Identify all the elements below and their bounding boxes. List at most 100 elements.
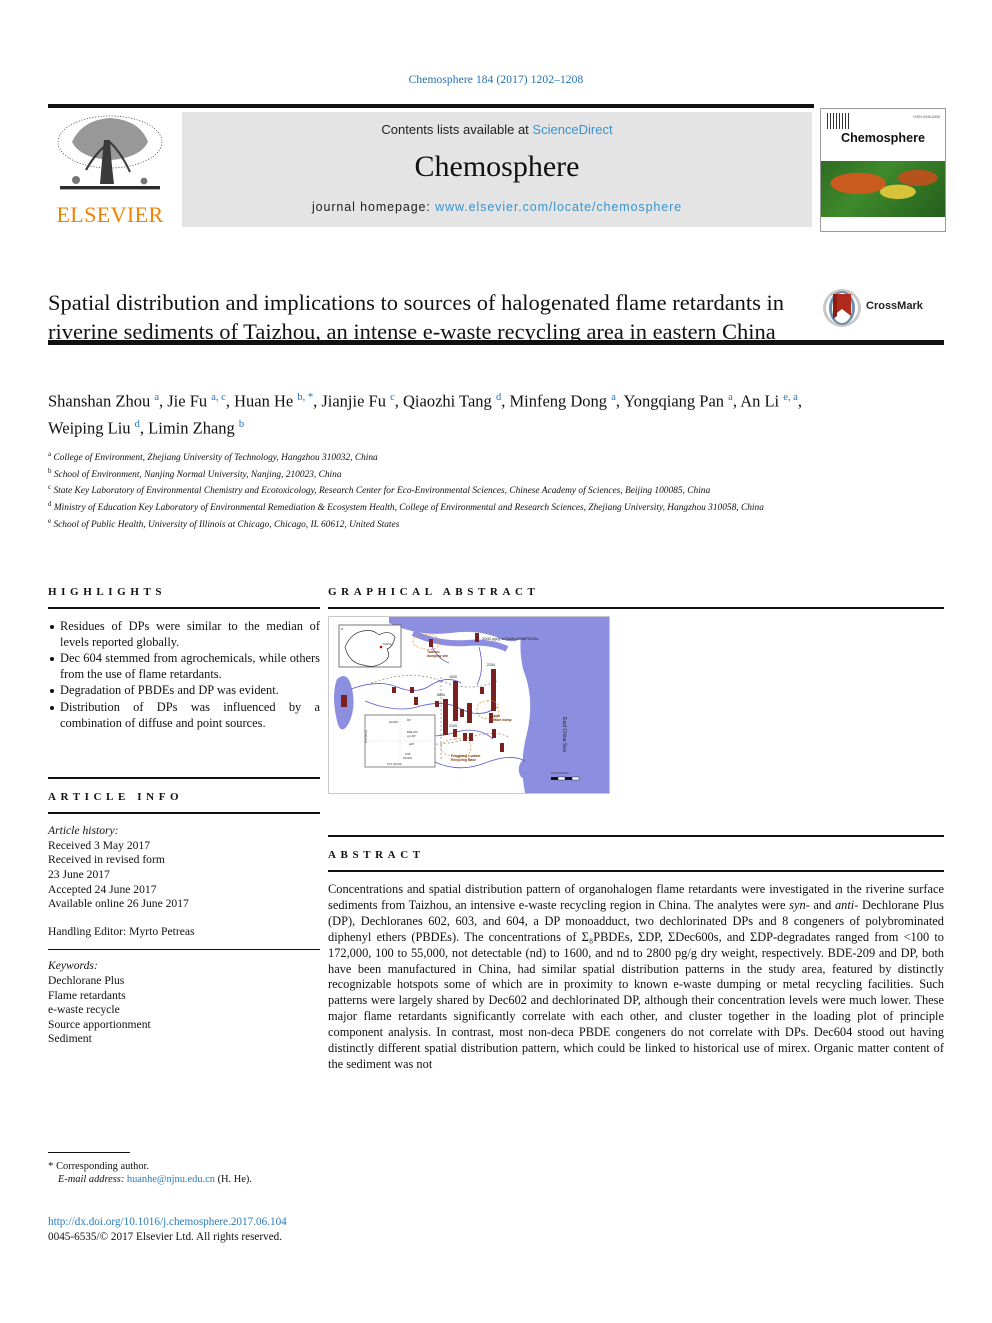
- email-label: E-mail address:: [58, 1174, 125, 1186]
- corresponding-star: *: [48, 1160, 54, 1172]
- sciencedirect-link[interactable]: ScienceDirect: [532, 122, 612, 137]
- cover-journal-title: Chemosphere: [841, 131, 925, 145]
- keyword-item: Source apportionment: [48, 1017, 151, 1031]
- svg-text:PC2 (21%): PC2 (21%): [364, 730, 368, 743]
- graphical-abstract-rule: [328, 607, 944, 609]
- barcode-icon: [827, 113, 849, 129]
- email-suffix: (H. He).: [217, 1174, 252, 1186]
- affiliation-list: a College of Environment, Zhejiang Unive…: [48, 448, 838, 532]
- graphical-abstract-figure: Taizhou N 2000 pg/g \u03a3\u2088PBDEs 22…: [328, 616, 610, 794]
- crossmark-badge[interactable]: CrossMark: [822, 288, 932, 330]
- homepage-prefix: journal homepage:: [311, 200, 436, 214]
- article-history-line: Accepted 24 June 2017: [48, 882, 157, 896]
- contents-prefix: Contents lists available at: [381, 122, 533, 137]
- journal-homepage-line: journal homepage: www.elsevier.com/locat…: [182, 200, 812, 214]
- article-info-rule: [48, 812, 320, 815]
- affiliation-text: State Key Laboratory of Environmental Ch…: [51, 486, 711, 497]
- abstract-run: and: [809, 897, 835, 912]
- taizhou-sediment-map: Taizhou N 2000 pg/g \u03a3\u2088PBDEs 22…: [329, 617, 609, 793]
- abstract-text: Concentrations and spatial distribution …: [328, 882, 944, 1073]
- svg-text:2000 pg/g \u03a3\u2088PBDEs: 2000 pg/g \u03a3\u2088PBDEs: [482, 636, 538, 641]
- highlights-rule: [48, 607, 320, 609]
- journal-article-page: Chemosphere 184 (2017) 1202–1208 ELSEVIE…: [0, 0, 992, 1323]
- doi-link[interactable]: http://dx.doi.org/10.1016/j.chemosphere.…: [48, 1216, 287, 1228]
- keywords-rule: [48, 949, 320, 951]
- author-name: Jianjie Fu: [321, 391, 391, 411]
- corresponding-text: Corresponding author.: [56, 1161, 150, 1172]
- article-history-line: Available online 26 June 2017: [48, 897, 189, 911]
- svg-text:BDE-209: BDE-209: [407, 730, 418, 734]
- highlight-item: Dec 604 stemmed from agrochemicals, whil…: [48, 651, 320, 682]
- author-separator: ,: [394, 391, 403, 411]
- svg-text:Dec604: Dec604: [403, 756, 412, 760]
- affiliation-text: Ministry of Education Key Laboratory of …: [51, 503, 764, 514]
- author-separator: ,: [225, 391, 235, 411]
- highlights-heading: HIGHLIGHTS: [48, 586, 167, 598]
- masthead-banner: Contents lists available at ScienceDirec…: [182, 112, 812, 227]
- crossmark-icon: [823, 289, 861, 327]
- affiliation-entry: a College of Environment, Zhejiang Unive…: [48, 448, 838, 465]
- author-separator: ,: [797, 391, 802, 411]
- svg-text:syn-DP: syn-DP: [407, 734, 416, 738]
- svg-text:e-waste dump: e-waste dump: [489, 718, 512, 722]
- journal-homepage-link[interactable]: www.elsevier.com/locate/chemosphere: [435, 200, 682, 214]
- abstract-rule: [328, 870, 944, 872]
- keywords-label: Keywords:: [48, 959, 98, 973]
- footnote-rule: [48, 1152, 130, 1153]
- journal-title: Chemosphere: [414, 150, 580, 183]
- article-history-line: Received in revised form: [48, 853, 165, 867]
- abstract-emphasis: anti-: [834, 897, 859, 912]
- author-name: Minfeng Dong: [509, 391, 612, 411]
- highlight-item: Distribution of DPs was influenced by a …: [48, 700, 320, 731]
- affiliation-entry: b School of Environment, Nanjing Normal …: [48, 465, 838, 482]
- author-name: Huan He: [234, 391, 298, 411]
- svg-text:2254: 2254: [487, 663, 495, 667]
- affiliation-text: School of Environment, Nanjing Normal Un…: [51, 469, 342, 480]
- cover-artwork: [821, 161, 945, 217]
- elsevier-tree-icon: [57, 115, 163, 190]
- author-affiliation-mark: b, *: [297, 392, 314, 403]
- abstract-run: Dechlorane Plus (DP), Dechloranes 602, 6…: [328, 897, 945, 1071]
- svg-text:5834: 5834: [437, 693, 445, 697]
- article-history-label: Article history:: [48, 824, 119, 838]
- contents-available-line: Contents lists available at ScienceDirec…: [182, 122, 812, 137]
- article-info-top-rule: [48, 777, 320, 780]
- author-separator: ,: [159, 391, 168, 411]
- elsevier-wordmark: ELSEVIER: [56, 202, 164, 227]
- author-name: An Li: [740, 391, 784, 411]
- author-name: Weiping Liu: [48, 418, 135, 437]
- author-affiliation-mark: a, c: [211, 392, 226, 403]
- highlights-list: Residues of DPs were similar to the medi…: [48, 619, 320, 731]
- cover-issn-text: ISSN 0045-6535: [913, 115, 940, 119]
- elsevier-logo: ELSEVIER: [48, 112, 172, 230]
- svg-text:PC1 (48.2%): PC1 (48.2%): [387, 762, 402, 766]
- masthead-top-rule: [48, 104, 814, 108]
- svg-text:East China Sea: East China Sea: [561, 717, 567, 752]
- handling-editor: Handling Editor: Myrto Petreas: [48, 924, 195, 938]
- affiliation-text: School of Public Health, University of I…: [51, 520, 400, 530]
- svg-text:aDP: aDP: [409, 742, 414, 746]
- email-note: E-mail address: huanhe@njnu.edu.cn (H. H…: [48, 1173, 518, 1186]
- keyword-item: e-waste recycle: [48, 1003, 120, 1017]
- left-column: HIGHLIGHTS Residues of DPs were similar …: [48, 586, 320, 1047]
- svg-text:PCB: PCB: [405, 752, 411, 756]
- abstract-emphasis: syn-: [789, 897, 810, 912]
- article-history-line: Received 3 May 2017: [48, 838, 151, 852]
- svg-text:1530: 1530: [449, 675, 457, 679]
- corresponding-email-link[interactable]: huanhe@njnu.edu.cn: [127, 1174, 215, 1185]
- keyword-item: Sediment: [48, 1032, 92, 1046]
- graphical-abstract-heading: GRAPHICAL ABSTRACT: [328, 586, 540, 598]
- author-name: Jie Fu: [167, 391, 212, 411]
- cover-bottom-band: [821, 217, 945, 231]
- journal-cover-thumbnail: ISSN 0045-6535 Chemosphere: [820, 108, 946, 232]
- svg-text:Taizhou: Taizhou: [383, 642, 392, 646]
- svg-text:Dec602: Dec602: [389, 720, 398, 724]
- page-title: Spatial distribution and implications to…: [48, 290, 785, 344]
- keyword-item: Flame retardants: [48, 988, 126, 1002]
- svg-text:0 5 10 20 Km: 0 5 10 20 Km: [551, 771, 569, 775]
- abstract-heading: ABSTRACT: [328, 849, 425, 861]
- author-separator: ,: [615, 391, 624, 411]
- author-name: Yongqiang Pan: [623, 391, 729, 411]
- highlight-item: Residues of DPs were similar to the medi…: [48, 619, 320, 650]
- crossmark-label: CrossMark: [866, 300, 923, 312]
